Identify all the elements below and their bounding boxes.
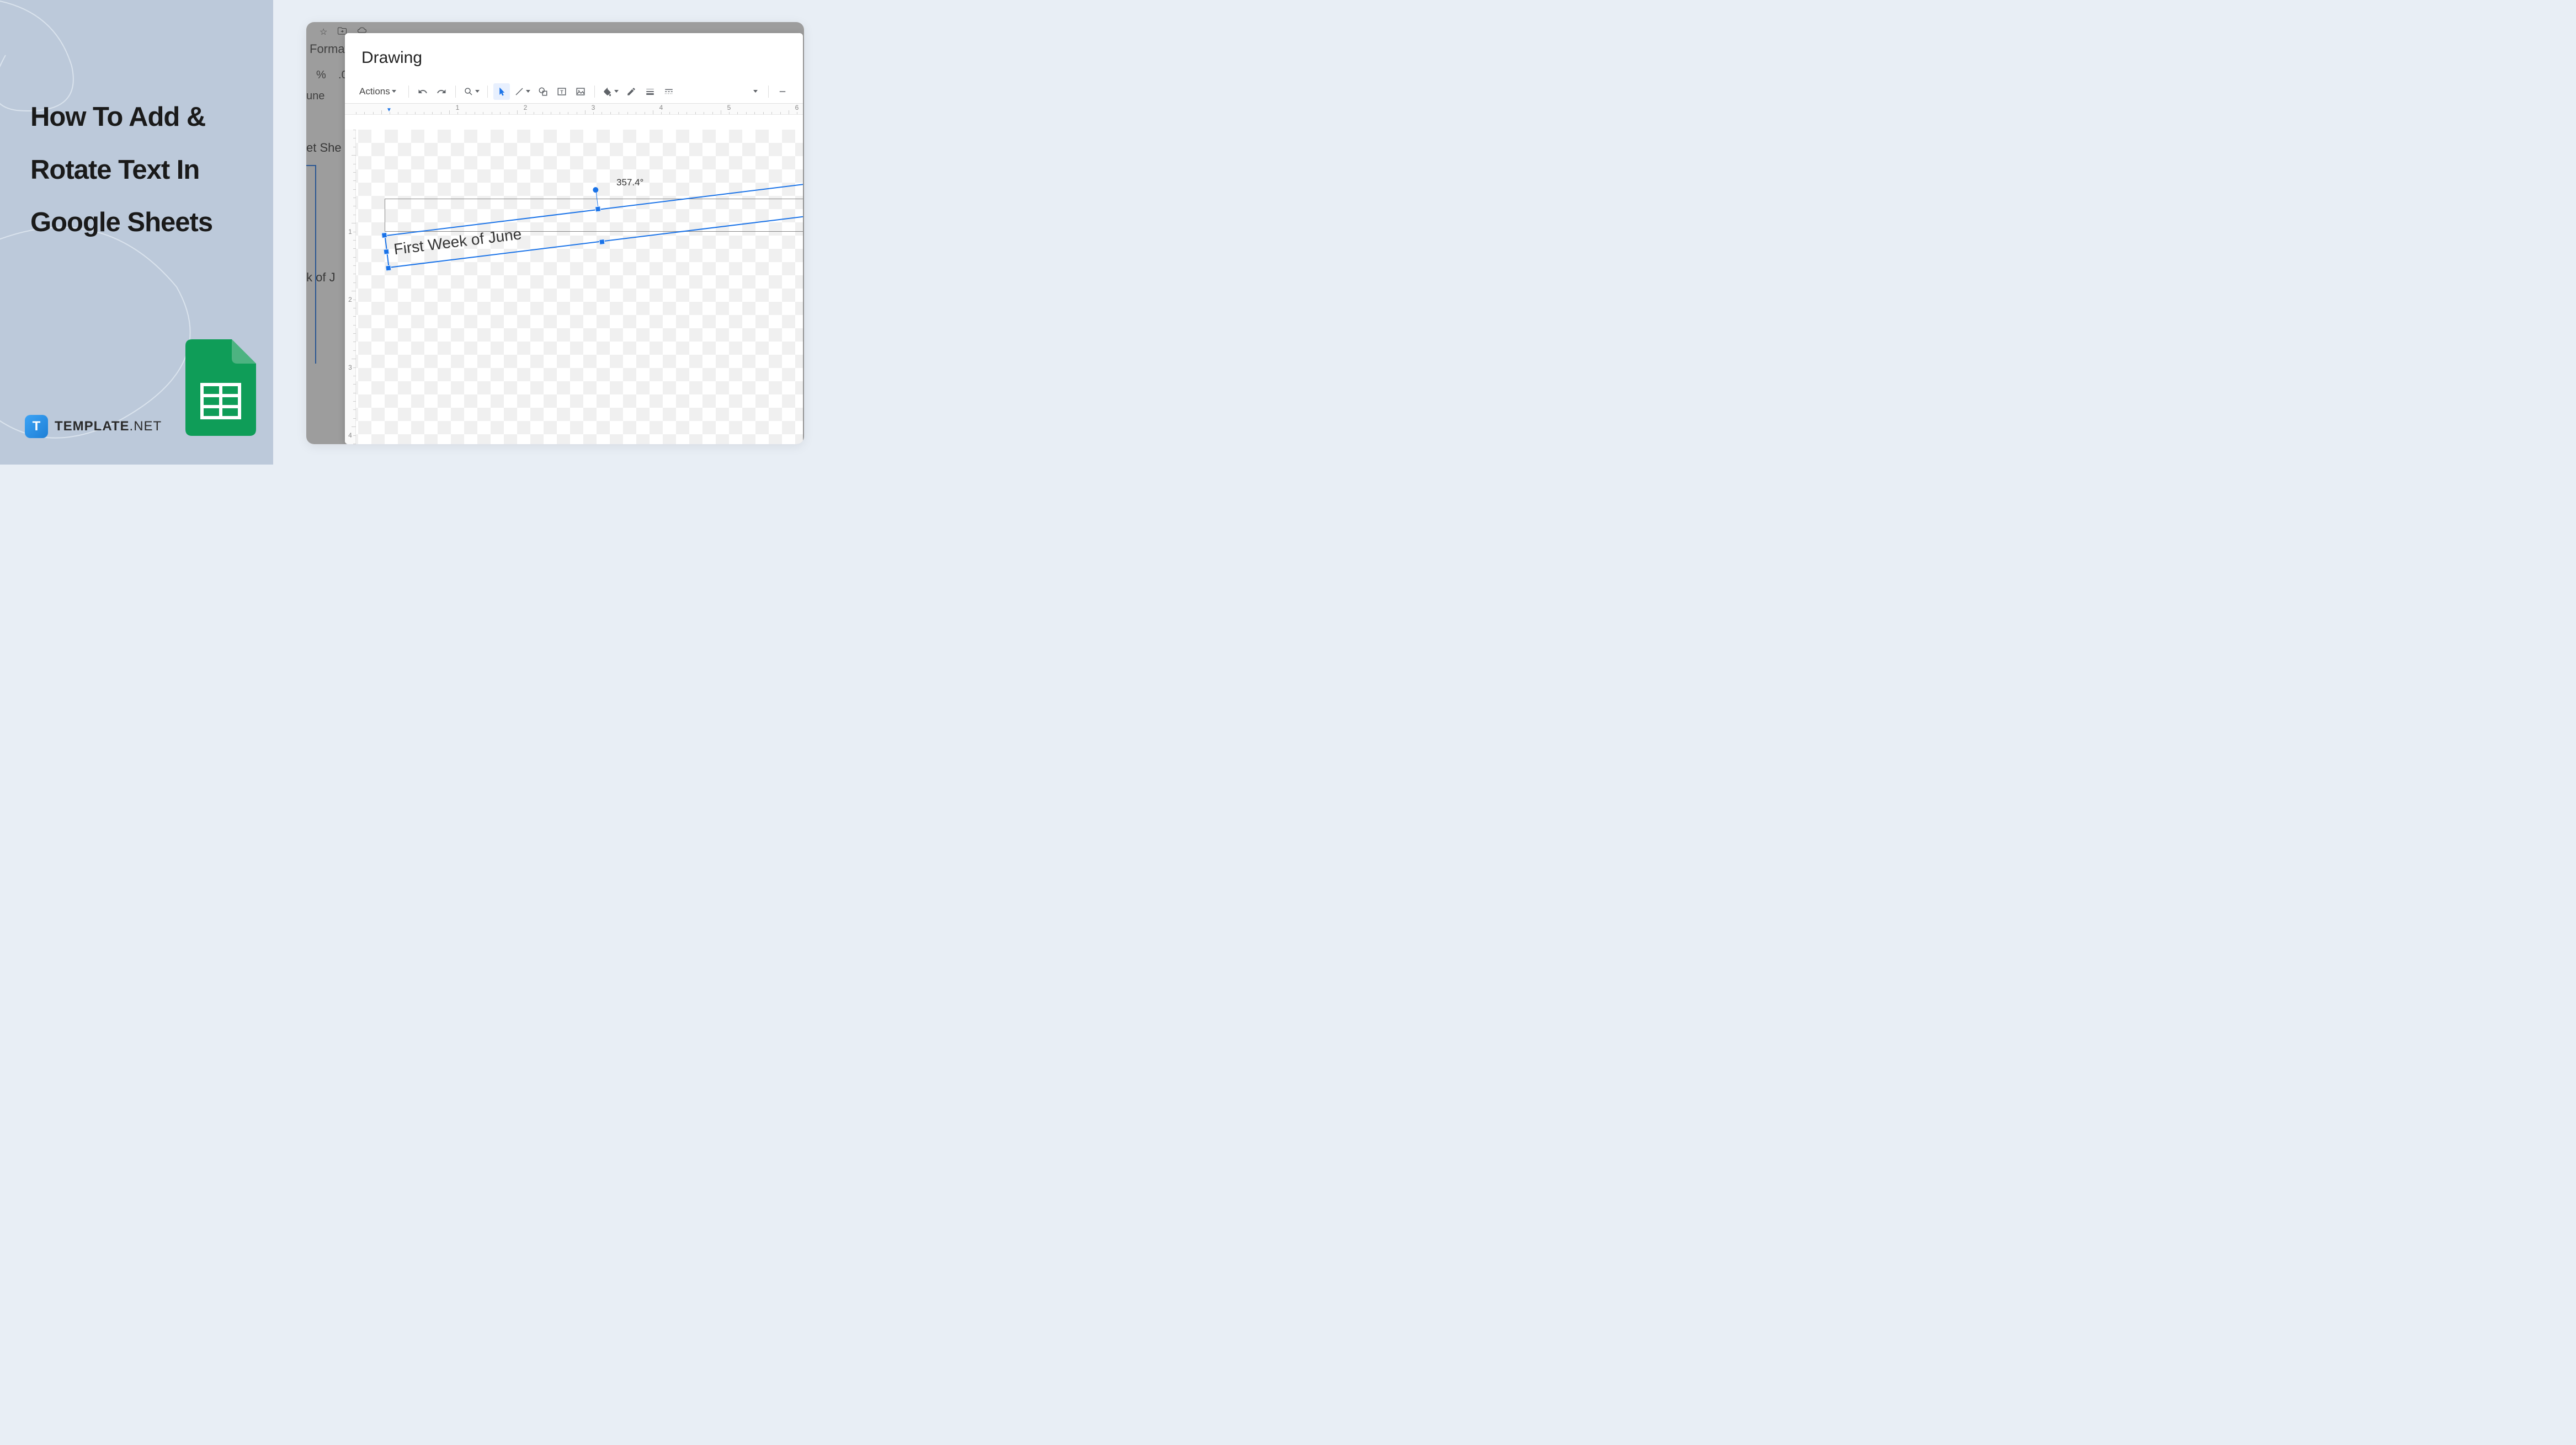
border-dash-button[interactable] (661, 83, 677, 100)
redo-button[interactable] (433, 83, 450, 100)
border-weight-icon (645, 87, 655, 97)
select-icon (497, 87, 507, 97)
resize-handle-bl[interactable] (385, 265, 391, 271)
border-color-button[interactable] (623, 83, 640, 100)
separator (455, 86, 456, 98)
rotation-angle-label: 357.4° (616, 177, 643, 188)
undo-icon (418, 87, 428, 97)
separator (594, 86, 595, 98)
title-line-2: Rotate Text In (30, 155, 199, 185)
collapse-icon (778, 87, 787, 97)
zoom-icon (464, 87, 473, 97)
shape-icon (538, 87, 548, 97)
left-info-panel: How To Add & Rotate Text In Google Sheet… (0, 0, 273, 465)
redo-icon (437, 87, 446, 97)
collapse-button[interactable] (774, 83, 791, 100)
separator (487, 86, 488, 98)
border-weight-button[interactable] (642, 83, 658, 100)
more-options-button[interactable] (746, 83, 763, 100)
border-color-icon (626, 87, 636, 97)
separator (408, 86, 409, 98)
image-tool[interactable] (572, 83, 589, 100)
resize-handle-mt[interactable] (595, 206, 601, 212)
title-line-3: Google Sheets (30, 207, 212, 237)
textbox-tool[interactable]: T (553, 83, 570, 100)
fill-color-button[interactable] (600, 83, 621, 100)
rotate-handle[interactable] (593, 187, 599, 193)
template-logo-icon: T (25, 415, 48, 438)
template-logo-text: TEMPLATE.NET (55, 419, 162, 434)
separator (768, 86, 769, 98)
google-sheets-logo-icon (185, 339, 256, 436)
vertical-ruler: 1 2 3 4 (345, 130, 356, 444)
drawing-title: Drawing (361, 49, 786, 67)
horizontal-ruler: ▼ 1 2 3 4 5 6 (345, 104, 803, 115)
page-title: How To Add & Rotate Text In Google Sheet… (30, 91, 212, 249)
svg-text:T: T (560, 89, 563, 94)
drawing-toolbar: Actions (345, 79, 803, 104)
resize-handle-mb[interactable] (599, 239, 605, 245)
drawing-canvas[interactable]: 357.4° First Week of June (345, 130, 803, 444)
line-icon (514, 87, 524, 97)
actions-menu[interactable]: Actions (357, 83, 398, 100)
resize-handle-ml[interactable] (384, 249, 390, 255)
select-tool[interactable] (493, 83, 510, 100)
zoom-button[interactable] (461, 83, 482, 100)
shape-tool[interactable] (535, 83, 551, 100)
drawing-dialog: Drawing Actions (345, 33, 803, 444)
title-line-1: How To Add & (30, 102, 205, 132)
drawing-header: Drawing (345, 33, 803, 79)
border-dash-icon (664, 87, 674, 97)
line-tool[interactable] (512, 83, 533, 100)
fill-icon (603, 87, 613, 97)
resize-handle-tl[interactable] (381, 232, 387, 238)
image-icon (576, 87, 586, 97)
textbox-icon: T (557, 87, 567, 97)
template-net-logo: T TEMPLATE.NET (25, 415, 162, 438)
screenshot-panel: ☆ Format % .0 une et She k of J (306, 22, 804, 444)
undo-button[interactable] (414, 83, 431, 100)
